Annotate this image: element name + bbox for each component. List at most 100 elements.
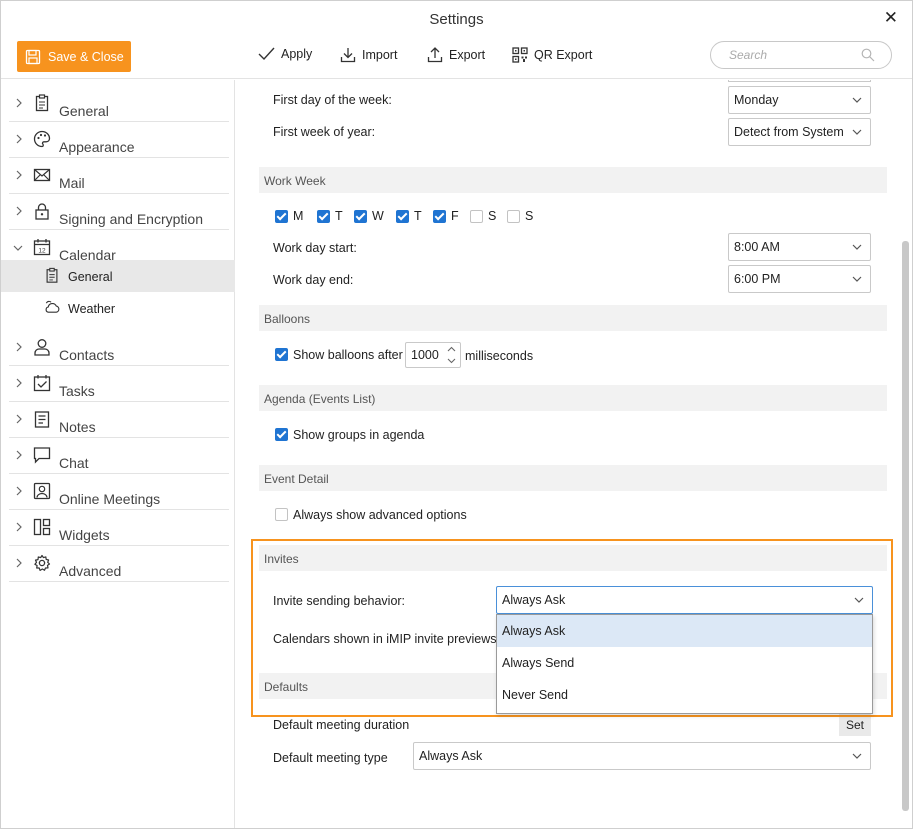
chevron-right-icon (16, 206, 22, 216)
import-button[interactable]: Import (340, 47, 397, 63)
sidebar-item-label: Appearance (59, 139, 135, 155)
work-day-end-select[interactable]: 6:00 PM (728, 265, 871, 293)
sidebar-subitem-calendar-general[interactable]: General (1, 260, 235, 292)
chevron-right-icon (16, 170, 22, 180)
chevron-right-icon (16, 98, 22, 108)
section-event-detail: Event Detail (259, 465, 887, 491)
dropdown-option-always-ask[interactable]: Always Ask (497, 615, 872, 647)
default-duration-label: Default meeting duration (273, 718, 410, 732)
sidebar-item-advanced[interactable]: Advanced (1, 546, 235, 582)
apply-label: Apply (281, 47, 313, 61)
set-duration-button[interactable]: Set (839, 714, 871, 736)
settings-sidebar: General Appearance Mail Signing and Encr… (1, 80, 235, 828)
chevron-right-icon (16, 134, 22, 144)
day-label-friday: F (451, 209, 459, 223)
sidebar-item-general[interactable]: General (1, 86, 235, 122)
default-type-value: Always Ask (419, 749, 483, 763)
chevron-down-icon (852, 753, 862, 759)
first-day-value: Monday (734, 93, 779, 107)
sidebar-item-tasks[interactable]: Tasks (1, 366, 235, 402)
chat-bubble-icon (33, 447, 51, 464)
dropdown-option-never-send[interactable]: Never Send (497, 679, 872, 711)
chevron-down-icon (852, 276, 862, 282)
work-day-end-value: 6:00 PM (734, 272, 781, 286)
section-agenda: Agenda (Events List) (259, 385, 887, 411)
day-label-thursday: T (414, 209, 422, 223)
checkbox-show-groups[interactable] (275, 428, 288, 441)
export-icon (427, 47, 443, 63)
checkbox-thursday[interactable] (396, 210, 409, 223)
default-type-label: Default meeting type (273, 751, 388, 765)
work-day-start-select[interactable]: 8:00 AM (728, 233, 871, 261)
checkbox-wednesday[interactable] (354, 210, 367, 223)
partial-dropdown-edge (728, 80, 871, 82)
section-work-week: Work Week (259, 167, 887, 193)
apply-button[interactable]: Apply (258, 47, 312, 61)
first-week-label: First week of year: (273, 125, 376, 139)
section-title: Balloons (264, 312, 311, 326)
checkbox-saturday[interactable] (470, 210, 483, 223)
sidebar-item-notes[interactable]: Notes (1, 402, 235, 438)
close-icon[interactable]: ✕ (884, 8, 898, 28)
sidebar-subitem-weather[interactable]: Weather (1, 292, 235, 324)
sidebar-item-mail[interactable]: Mail (1, 158, 235, 194)
day-label-monday: M (293, 209, 304, 223)
envelope-icon (33, 168, 51, 182)
advanced-options-label: Always show advanced options (293, 508, 467, 522)
day-label-tuesday: T (335, 209, 343, 223)
clipboard-icon (46, 267, 58, 283)
dropdown-option-always-send[interactable]: Always Send (497, 647, 872, 679)
show-balloons-label: Show balloons after (293, 348, 403, 362)
checkbox-sunday[interactable] (507, 210, 520, 223)
checkbox-show-balloons[interactable] (275, 348, 288, 361)
chevron-right-icon (16, 378, 22, 388)
day-label-sunday: S (525, 209, 534, 223)
chevron-right-icon (16, 450, 22, 460)
checkbox-monday[interactable] (275, 210, 288, 223)
sidebar-item-signing-encryption[interactable]: Signing and Encryption (1, 194, 235, 230)
work-day-end-label: Work day end: (273, 273, 354, 287)
sidebar-item-label: General (59, 103, 109, 119)
sidebar-item-label: Tasks (59, 383, 95, 399)
content-scrollbar[interactable] (902, 241, 909, 811)
title-bar: Settings ✕ (1, 1, 912, 37)
floppy-disk-icon (25, 49, 41, 64)
balloons-unit-label: milliseconds (465, 349, 534, 363)
default-type-select[interactable]: Always Ask (413, 742, 871, 770)
sidebar-item-contacts[interactable]: Contacts (1, 330, 235, 366)
first-week-select[interactable]: Detect from System (728, 118, 871, 146)
toolbar: Save & Close Apply Import Export QR Expo… (1, 37, 912, 79)
settings-window: Settings ✕ Save & Close Apply Import Exp… (0, 0, 913, 829)
checkbox-advanced-options[interactable] (275, 508, 288, 521)
clipboard-icon (35, 94, 49, 112)
show-groups-label: Show groups in agenda (293, 428, 425, 442)
sidebar-item-appearance[interactable]: Appearance (1, 122, 235, 158)
chevron-right-icon (16, 342, 22, 352)
chevron-down-icon[interactable] (447, 357, 456, 364)
qr-export-label: QR Export (534, 48, 593, 62)
sidebar-item-widgets[interactable]: Widgets (1, 510, 235, 546)
save-close-button[interactable]: Save & Close (17, 41, 131, 72)
chevron-down-icon (13, 245, 23, 251)
export-label: Export (449, 48, 486, 62)
balloons-delay-stepper[interactable]: 1000 (405, 342, 461, 368)
chevron-up-icon[interactable] (447, 346, 456, 353)
person-icon (34, 339, 50, 356)
sidebar-subitem-label: Weather (68, 302, 116, 316)
gear-icon (34, 554, 51, 571)
export-button[interactable]: Export (427, 47, 485, 63)
qr-export-button[interactable]: QR Export (512, 47, 592, 63)
calendar-icon: 12 (33, 239, 51, 256)
sidebar-item-chat[interactable]: Chat (1, 438, 235, 474)
section-title: Work Week (264, 174, 326, 188)
sidebar-item-online-meetings[interactable]: Online Meetings (1, 474, 235, 510)
notes-icon (34, 411, 50, 428)
sidebar-item-label: Advanced (59, 563, 122, 579)
sidebar-item-label: Signing and Encryption (59, 211, 203, 227)
checkbox-tuesday[interactable] (317, 210, 330, 223)
checkbox-friday[interactable] (433, 210, 446, 223)
first-day-select[interactable]: Monday (728, 86, 871, 114)
search-input[interactable]: Search (710, 41, 892, 69)
widgets-icon (33, 518, 51, 536)
lock-icon (35, 203, 49, 220)
